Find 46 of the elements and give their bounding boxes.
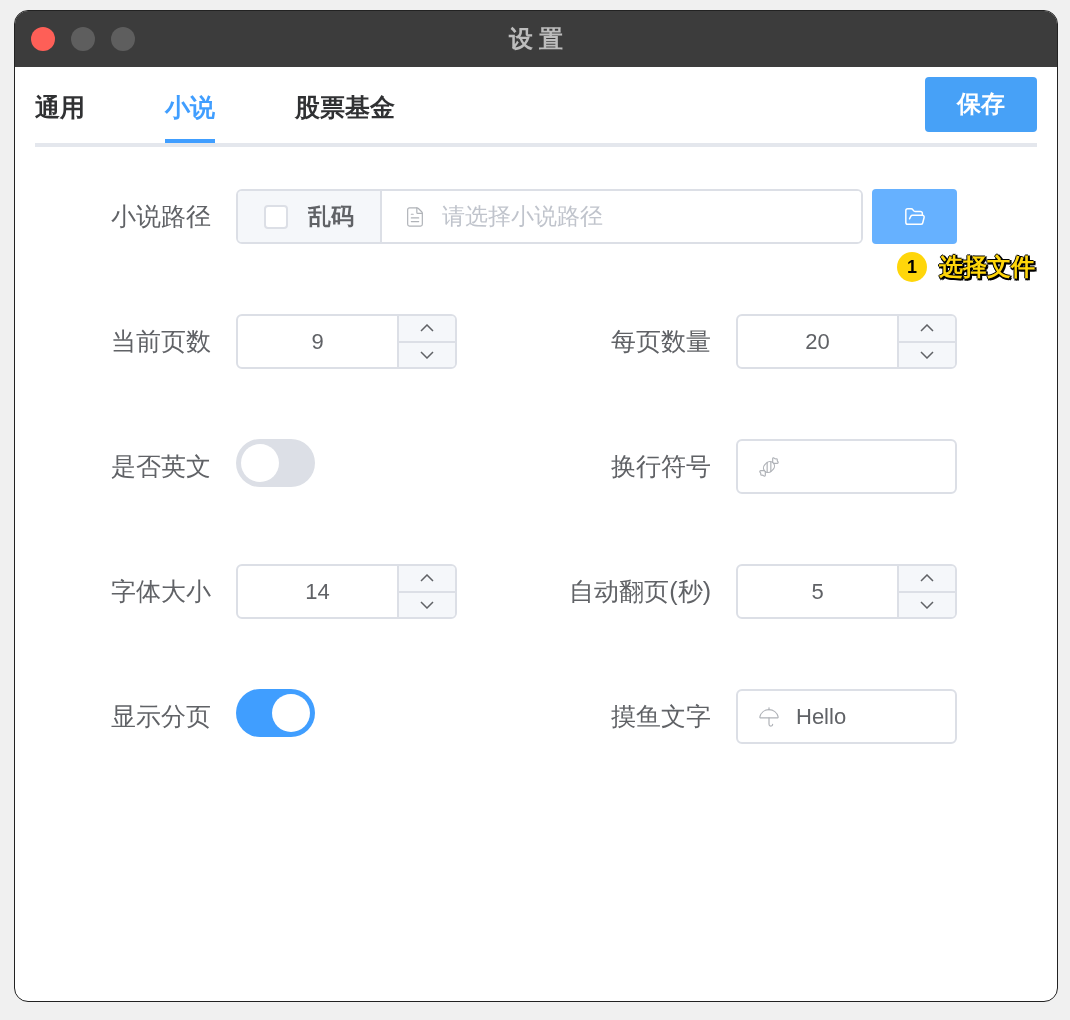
number-field[interactable]: 14 [236,564,457,619]
field-label: 当前页数 [110,325,211,357]
toggle-switch[interactable] [236,439,315,487]
window-title: 设 置 [508,24,564,54]
folder-icon [903,205,926,228]
close-button[interactable] [31,27,55,51]
chevron-down-icon [420,600,434,609]
number-field[interactable]: 20 [736,314,957,369]
checkbox-label: 乱码 [308,202,354,232]
number-field[interactable]: 5 [736,564,957,619]
checkbox[interactable] [264,204,288,229]
chevron-down-icon [920,350,934,359]
chevron-up-icon [920,574,934,583]
number-value: 9 [310,328,325,356]
umbrella-icon [758,705,780,728]
number-value: 14 [304,578,331,606]
toggle-switch[interactable] [236,689,315,737]
field-label: 显示分页 [110,700,211,732]
chevron-up-icon [920,324,934,333]
field-label: 是否英文 [110,450,211,482]
annotation-text: 选择文件 [939,252,1035,282]
tab[interactable]: 股票基金 [295,77,395,143]
field-label: 摸鱼文字 [610,700,711,732]
tab[interactable]: 通用 [35,77,85,143]
chevron-up-icon [420,574,434,583]
field-label: 字体大小 [110,575,211,607]
path-placeholder: 请选择小说路径 [442,202,603,232]
number-value: 5 [810,578,825,606]
field-label: 每页数量 [610,325,711,357]
folder-button[interactable] [872,189,957,244]
field-value: Hello [796,703,847,731]
candy-icon [758,455,780,478]
chevron-down-icon [420,350,434,359]
annotation-badge: 1 [897,252,927,282]
text-field[interactable] [736,439,957,494]
field-label: 自动翻页(秒) [568,575,711,607]
zoom-button[interactable] [111,27,135,51]
chevron-up-icon [420,324,434,333]
number-field[interactable]: 9 [236,314,457,369]
chevron-down-icon [920,600,934,609]
text-field[interactable]: Hello [736,689,957,744]
field-label: 换行符号 [610,450,711,482]
document-icon [404,205,426,228]
minimize-button[interactable] [71,27,95,51]
number-value: 20 [804,328,831,356]
field-label: 小说路径 [110,200,211,232]
